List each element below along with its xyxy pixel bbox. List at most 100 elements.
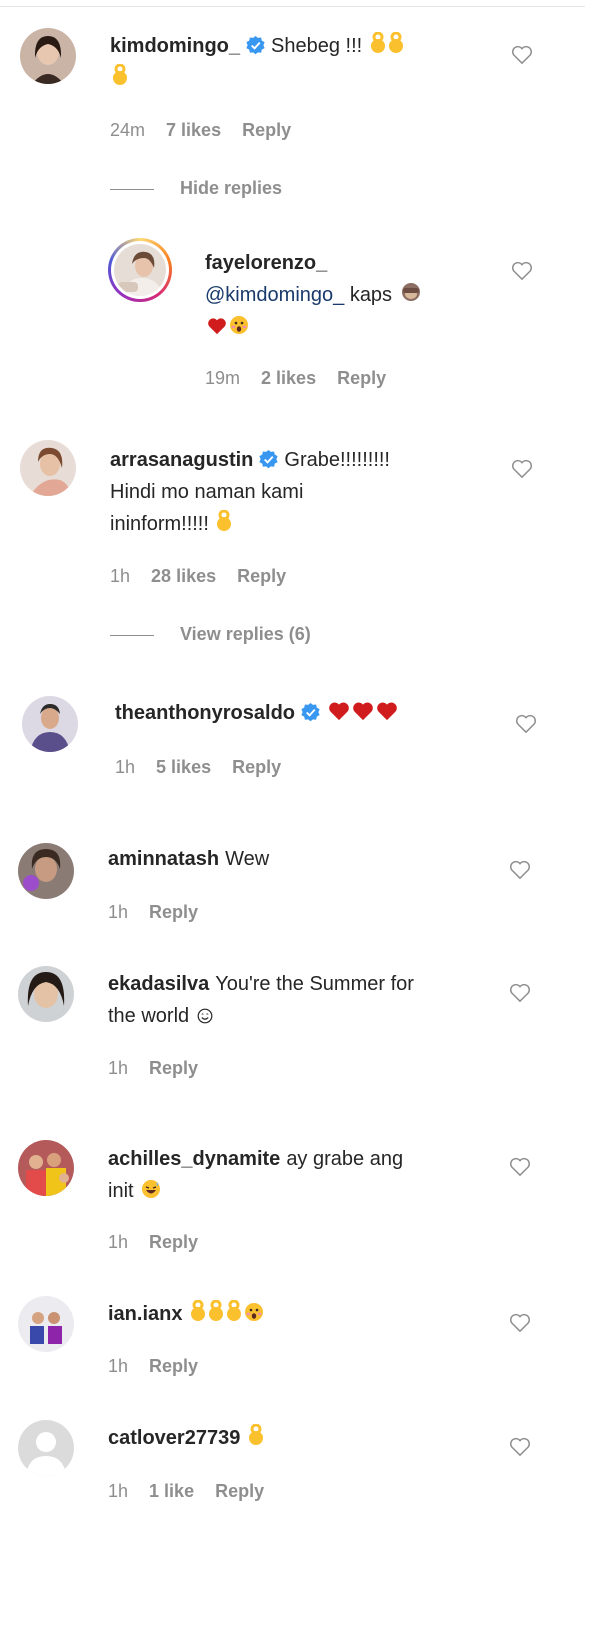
- ok-hand-emoji-icon: [209, 1300, 224, 1321]
- comment-meta: 1h Reply: [108, 902, 214, 923]
- comment-text: kimdomingo_ Shebeg !!!: [110, 30, 490, 94]
- comment-meta: 1h Reply: [108, 1232, 214, 1253]
- like-heart-icon[interactable]: [509, 860, 531, 880]
- red-heart-emoji-icon: [353, 702, 373, 721]
- like-heart-icon[interactable]: [515, 714, 537, 734]
- red-heart-emoji-icon: [329, 702, 349, 721]
- ok-hand-emoji-icon: [113, 64, 127, 85]
- avatar[interactable]: [18, 1420, 74, 1476]
- comment-meta: 1h 1 like Reply: [108, 1481, 280, 1502]
- comment-meta: 1h Reply: [108, 1058, 214, 1079]
- grinning-sweat-face-emoji-icon: [142, 1180, 161, 1198]
- replies-line: [110, 634, 154, 636]
- ok-hand-emoji-icon: [217, 510, 232, 531]
- timestamp: 1h: [108, 1232, 129, 1252]
- verified-badge-icon: [259, 450, 279, 469]
- likes-count[interactable]: 2 likes: [261, 368, 316, 388]
- timestamp: 1h: [108, 1058, 129, 1078]
- comment-body: Wew: [225, 848, 270, 870]
- comment-body: ay grabe ang: [286, 1148, 404, 1170]
- username[interactable]: aminnatash: [108, 848, 219, 870]
- reply-button[interactable]: Reply: [215, 1481, 264, 1501]
- comment-meta: 24m 7 likes Reply: [110, 120, 307, 141]
- red-heart-emoji-icon: [377, 702, 397, 721]
- username[interactable]: ian.ianx: [108, 1303, 182, 1325]
- reply-button[interactable]: Reply: [149, 902, 198, 922]
- username[interactable]: theanthonyrosaldo: [115, 702, 295, 724]
- comment-text: catlover27739: [108, 1422, 488, 1454]
- comment-text: ekadasilva You're the Summer for the worl…: [108, 968, 493, 1032]
- username[interactable]: kimdomingo_: [110, 35, 240, 57]
- comment-text: aminnatash Wew: [108, 843, 488, 875]
- comment-body: ininform!!!!!: [110, 513, 209, 535]
- timestamp: 1h: [108, 902, 129, 922]
- ok-hand-emoji-icon: [249, 1424, 264, 1445]
- reply-button[interactable]: Reply: [149, 1232, 198, 1252]
- timestamp: 1h: [108, 1356, 129, 1376]
- reply-button[interactable]: Reply: [337, 368, 386, 388]
- avatar-story-ring[interactable]: [108, 238, 172, 302]
- timestamp: 1h: [115, 757, 136, 777]
- smiling-face-emoji-icon: [197, 1008, 213, 1024]
- likes-count[interactable]: 7 likes: [166, 120, 221, 140]
- comment-meta: 1h Reply: [108, 1356, 214, 1377]
- likes-count[interactable]: 1 like: [149, 1481, 194, 1501]
- reply-button[interactable]: Reply: [149, 1058, 198, 1078]
- ok-hand-emoji-icon: [370, 32, 385, 53]
- astonished-face-emoji-icon: [245, 1303, 264, 1321]
- like-heart-icon[interactable]: [511, 459, 533, 479]
- comment-body: the world: [108, 1005, 190, 1027]
- comment-text: theanthonyrosaldo: [115, 697, 495, 729]
- verified-badge-icon: [246, 36, 265, 55]
- timestamp: 1h: [110, 566, 131, 586]
- hide-replies-button[interactable]: Hide replies: [110, 178, 282, 199]
- like-heart-icon[interactable]: [509, 1157, 531, 1177]
- ok-hand-emoji-icon: [227, 1300, 242, 1321]
- comment-body: kaps: [349, 284, 393, 306]
- red-heart-emoji-icon: [208, 318, 226, 335]
- timestamp: 19m: [205, 368, 241, 388]
- avatar[interactable]: [22, 696, 78, 752]
- see-no-evil-monkey-emoji-icon: [401, 283, 420, 301]
- astonished-face-emoji-icon: [230, 316, 248, 334]
- like-heart-icon[interactable]: [509, 1313, 531, 1333]
- avatar[interactable]: [18, 1140, 74, 1196]
- like-heart-icon[interactable]: [509, 1437, 531, 1457]
- likes-count[interactable]: 5 likes: [156, 757, 211, 777]
- likes-count[interactable]: 28 likes: [151, 566, 216, 586]
- view-replies-button[interactable]: View replies (6): [110, 624, 311, 645]
- comment-meta: 19m 2 likes Reply: [205, 368, 402, 389]
- verified-badge-icon: [301, 703, 320, 722]
- reply-button[interactable]: Reply: [149, 1356, 198, 1376]
- comment-body: You're the Summer for: [215, 973, 414, 995]
- avatar[interactable]: [18, 1296, 74, 1352]
- username[interactable]: achilles_dynamite: [108, 1148, 280, 1170]
- comment-text: achilles_dynamite ay grabe ang init: [108, 1143, 488, 1207]
- like-heart-icon[interactable]: [511, 261, 533, 281]
- reply-button[interactable]: Reply: [242, 120, 291, 140]
- avatar[interactable]: [20, 28, 76, 84]
- username[interactable]: ekadasilva: [108, 973, 209, 995]
- comment-body: init: [108, 1180, 134, 1202]
- timestamp: 1h: [108, 1481, 129, 1501]
- comment-text: ian.ianx: [108, 1298, 488, 1330]
- reply-button[interactable]: Reply: [232, 757, 281, 777]
- comment-text: fayelorenzo_ @kimdomingo_ kaps: [205, 247, 495, 343]
- replies-line: [110, 188, 154, 190]
- ok-hand-emoji-icon: [191, 1300, 206, 1321]
- ok-hand-emoji-icon: [388, 32, 403, 53]
- like-heart-icon[interactable]: [509, 983, 531, 1003]
- top-divider: [0, 6, 585, 7]
- reply-button[interactable]: Reply: [237, 566, 286, 586]
- like-heart-icon[interactable]: [511, 45, 533, 65]
- avatar[interactable]: [20, 440, 76, 496]
- comment-body: Hindi mo naman kami: [110, 481, 304, 503]
- username[interactable]: fayelorenzo_: [205, 252, 327, 274]
- mention-link[interactable]: @kimdomingo_: [205, 284, 344, 306]
- comment-body: Shebeg !!!: [271, 35, 363, 57]
- username[interactable]: arrasanagustin: [110, 449, 253, 471]
- username[interactable]: catlover27739: [108, 1427, 240, 1449]
- avatar[interactable]: [18, 843, 74, 899]
- toggle-label: View replies (6): [180, 624, 311, 644]
- avatar[interactable]: [18, 966, 74, 1022]
